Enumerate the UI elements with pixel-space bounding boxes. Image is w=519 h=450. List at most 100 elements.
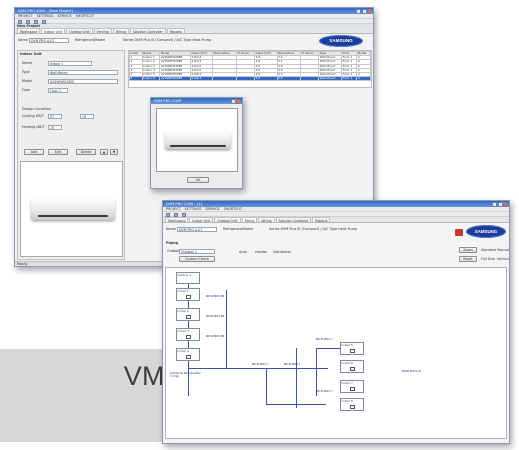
table-row[interactable]: 6 Indoor 6 AVXWNH056EE 5.6/6.3 5.6 6.3 Wall Mo… (129, 76, 371, 82)
option-auto[interactable]: Auto (239, 250, 247, 254)
radio-standard[interactable]: Standard (481, 248, 496, 252)
unit-symbol (350, 387, 355, 391)
window-title: DVM PRO 2009 - [1] (166, 202, 202, 206)
unit-symbol (350, 405, 355, 409)
save-icon[interactable] (182, 212, 186, 217)
cooling-wb-field[interactable]: 19 (80, 114, 94, 119)
menu-shortcut[interactable]: SHORTCUT (224, 207, 242, 211)
name-label: Name (18, 38, 29, 42)
tab-outdoor-unit[interactable]: Outdoor Unit (214, 217, 241, 223)
close-button[interactable] (367, 8, 372, 14)
outdoor-select[interactable]: Outdoor 1 (179, 249, 215, 254)
open-folder-icon[interactable] (26, 19, 30, 24)
series-text: Series DVM Plus III (Compact) / A/C Type… (123, 38, 212, 42)
tab-venting[interactable]: Venting (93, 28, 112, 34)
indoor-unit-node[interactable]: Indoor 5 (340, 342, 364, 355)
minimize-button[interactable] (356, 8, 361, 14)
piping-diagram[interactable]: Outdoor 1 Indoor 1 Indoor 2 Indoor 3 Ind… (165, 267, 507, 439)
reset-button[interactable]: Reset (459, 256, 477, 262)
tab-indoor-unit[interactable]: Indoor Unit (41, 28, 66, 34)
open-folder-icon[interactable] (174, 212, 178, 217)
zoom-button[interactable]: Zoom (459, 247, 477, 253)
minimize-button[interactable] (492, 201, 497, 207)
field-floor-label: Floor (22, 88, 31, 92)
tab-workspace[interactable]: Workspace (165, 217, 189, 223)
menu-project[interactable]: PROJECT (18, 14, 33, 18)
maximize-button[interactable] (361, 8, 367, 14)
radio-manual[interactable]: Manual (497, 248, 509, 252)
indoor-unit-label: Indoor 4 (177, 348, 189, 353)
pipe-line (188, 368, 328, 369)
heating-db-field[interactable]: 20 (48, 125, 62, 130)
dialog-title-bar: DVM PRO 2009 (151, 98, 242, 104)
tab-indoor-unit[interactable]: Indoor Unit (189, 217, 214, 223)
piping-section-label: Piping (166, 241, 179, 245)
menu-project[interactable]: PROJECT (166, 207, 181, 211)
radio-full-size[interactable]: Full Size (481, 257, 495, 261)
field-type-label: Type (22, 70, 30, 74)
table-cell: 6 (129, 76, 143, 82)
menu-settings[interactable]: SETTINGS (37, 14, 54, 18)
name-label: Name (166, 227, 177, 231)
pipe-line (316, 348, 317, 396)
dialog-help-button[interactable] (230, 98, 236, 104)
option-header[interactable]: Header (255, 250, 267, 254)
piping-window: DVM PRO 2009 - [1] PROJECT SETTINGS SERV… (162, 200, 510, 444)
move-down-button[interactable]: ▼ (110, 149, 118, 155)
save-icon[interactable] (34, 19, 38, 24)
dialog-close-button[interactable] (236, 98, 241, 104)
new-file-icon[interactable] (166, 212, 170, 217)
project-name-field[interactable]: DVM PRO A-01 (177, 227, 217, 232)
menu-service[interactable]: SERVICE (205, 207, 219, 211)
option-distributor[interactable]: Distributor (273, 250, 291, 254)
pipe-size-label: Φ6.35/Φ12.7 (316, 390, 333, 393)
tab-outdoor-unit[interactable]: Outdoor Unit (66, 28, 93, 34)
tab-reports[interactable]: Reports (312, 217, 331, 223)
close-button[interactable] (503, 201, 508, 207)
tab-reports[interactable]: Reports (166, 28, 185, 34)
unit-model-select[interactable]: AVXWNH028EE (48, 79, 118, 84)
table-cell: Indoor 6 (141, 76, 161, 82)
unit-type-select[interactable]: Wall Mount (48, 70, 118, 75)
indoor-unit-node[interactable]: Indoor 7 (340, 380, 364, 393)
pipe-size-label: Φ6.35/Φ12.7 (316, 338, 333, 341)
unit-floor-select[interactable]: Floor 1 (48, 88, 68, 93)
unit-symbol (186, 315, 191, 319)
add-button[interactable]: Add (24, 149, 44, 155)
tab-workspace[interactable]: Workspace (17, 28, 41, 34)
indoor-unit-node[interactable]: Indoor 2 (176, 308, 200, 321)
outdoor-unit-node[interactable]: Outdoor 1 (176, 272, 200, 284)
new-file-icon[interactable] (18, 19, 22, 24)
indoor-unit-node[interactable]: Indoor 4 (176, 348, 200, 361)
radio-vertical[interactable]: Vertical (497, 257, 509, 261)
menu-settings[interactable]: SETTINGS (185, 207, 202, 211)
alert-icon[interactable] (455, 229, 463, 236)
menu-shortcut[interactable]: SHORTCUT (76, 14, 94, 18)
tab-wiring[interactable]: Wiring (258, 217, 275, 223)
unit-name-field[interactable]: Indoor 1 (48, 61, 92, 66)
tab-wiring[interactable]: Wiring (112, 28, 129, 34)
indoor-unit-node[interactable]: Indoor 6 (340, 360, 364, 373)
dialog-ok-button[interactable]: OK (187, 177, 209, 183)
indoor-unit-node[interactable]: Indoor 8 (340, 398, 364, 411)
table-cell: Wall Mount (318, 76, 343, 82)
project-name-field[interactable]: DVM PRO A-01 (29, 38, 69, 43)
indoor-unit-node[interactable]: Indoor 3 (176, 328, 200, 341)
maximize-button[interactable] (497, 201, 503, 207)
design-condition-title: Design Condition (22, 107, 51, 111)
menu-service[interactable]: SERVICE (57, 14, 71, 18)
delete-button[interactable]: Delete (76, 149, 96, 155)
window-title: DVM PRO 2009 - [New Project] (18, 9, 73, 13)
dialog-title: DVM PRO 2009 (154, 99, 182, 103)
field-name-label: Name (22, 61, 33, 65)
edit-button[interactable]: Edit (48, 149, 68, 155)
help-icon[interactable] (42, 19, 46, 24)
tab-piping[interactable]: Piping (241, 217, 258, 223)
system-check-button[interactable]: System Check (179, 256, 215, 262)
indoor-unit-node[interactable]: Indoor 1 (176, 288, 200, 301)
tab-solution-controller[interactable]: Solution Controller (275, 217, 312, 223)
indoor-unit-table: Index Name Model Capa (C/H) Room/Zone Tr. Roo… (128, 50, 372, 88)
tab-solution-controller[interactable]: Solution Controller (129, 28, 166, 34)
move-up-button[interactable]: ▲ (100, 149, 108, 155)
cooling-db-field[interactable]: 27 (48, 114, 62, 119)
